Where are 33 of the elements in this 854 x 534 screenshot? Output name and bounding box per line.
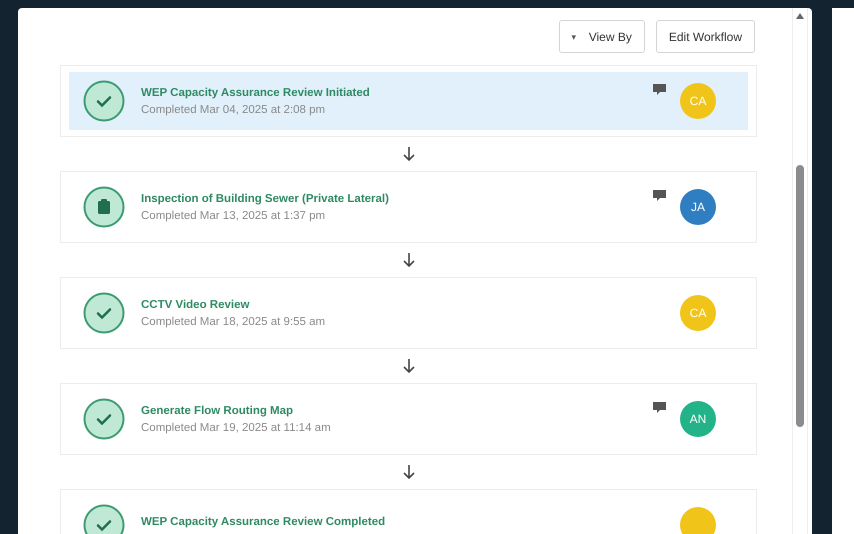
scroll-up-icon[interactable] [796,13,804,19]
step-title: WEP Capacity Assurance Review Completed [141,516,386,528]
comment-icon[interactable] [653,84,666,96]
workflow-step-card[interactable]: WEP Capacity Assurance Review Initiated Completed Mar 04, 2025 at 2:08 pm CA [60,65,757,137]
step-completed-date: Completed Mar 19, 2025 at 11:14 am [141,422,332,434]
workflow-step-card[interactable]: WEP Capacity Assurance Review Completed [60,489,757,534]
down-arrow-icon [400,463,416,481]
step-completed-date: Completed Mar 04, 2025 at 2:08 pm [141,104,326,116]
scrollbar[interactable] [792,8,808,534]
user-avatar: CA [680,83,716,119]
comment-icon[interactable] [653,190,666,202]
down-arrow-icon [400,357,416,375]
check-circle-icon [83,292,125,334]
step-completed-date: Completed Mar 18, 2025 at 9:55 am [141,316,326,328]
step-title: Inspection of Building Sewer (Private Lateral) [141,192,390,204]
workflow-step-card[interactable]: Inspection of Building Sewer (Private Lateral) Completed Mar 13, 2025 at 1:37 pm JA [60,171,757,243]
user-avatar: AN [680,401,716,437]
edit-workflow-button[interactable]: Edit Workflow [656,20,755,53]
step-title: Generate Flow Routing Map [141,404,294,416]
view-by-button[interactable]: ▾ View By [558,20,645,53]
user-avatar: CA [680,295,716,331]
step-title: WEP Capacity Assurance Review Initiated [141,86,371,98]
step-title: CCTV Video Review [141,298,250,310]
comment-icon[interactable] [653,402,666,414]
workflow-step-card[interactable]: Generate Flow Routing Map Completed Mar 19, 2025 at 11:14 am AN [60,383,757,455]
workflow-step-card[interactable]: CCTV Video Review Completed Mar 18, 2025 at 9:55 am CA [60,277,757,349]
down-arrow-icon [400,145,416,163]
clipboard-icon [83,186,125,228]
down-arrow-icon [400,251,416,269]
check-circle-icon [83,398,125,440]
user-avatar: JA [680,189,716,225]
step-completed-date: Completed Mar 13, 2025 at 1:37 pm [141,210,326,222]
check-circle-icon [83,80,125,122]
